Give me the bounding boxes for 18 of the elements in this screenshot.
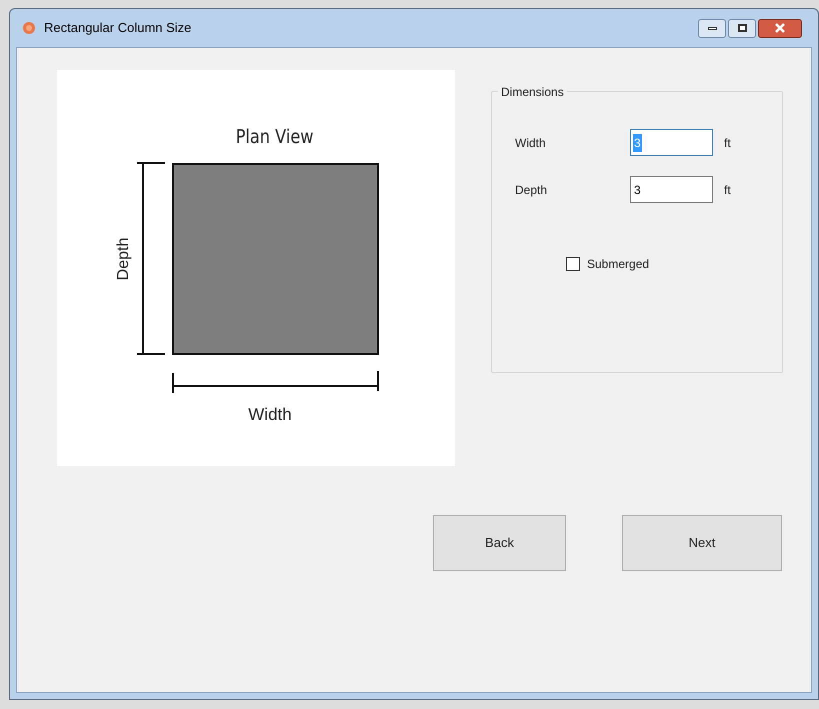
nav-button[interactable]: Back — [433, 515, 566, 571]
window-title: Rectangular Column Size — [44, 19, 192, 38]
diagram-title: Plan View — [236, 126, 314, 148]
dimension-field[interactable]: 3 — [630, 176, 713, 203]
close-icon — [774, 23, 786, 33]
width-label: Width — [248, 405, 292, 424]
field-label: Depth — [515, 182, 548, 198]
unit-label: ft — [724, 182, 731, 198]
depth-label: Depth — [115, 238, 132, 280]
submerged-checkbox[interactable] — [566, 257, 580, 271]
app-icon — [22, 21, 36, 35]
checkbox-label: Submerged — [587, 256, 650, 273]
unit-label: ft — [724, 134, 731, 152]
field-label: Width — [515, 134, 547, 152]
close-button[interactable] — [758, 18, 802, 38]
maximize-button[interactable] — [728, 18, 756, 38]
minimize-button[interactable] — [698, 18, 726, 38]
nav-button[interactable]: Next — [622, 515, 782, 571]
